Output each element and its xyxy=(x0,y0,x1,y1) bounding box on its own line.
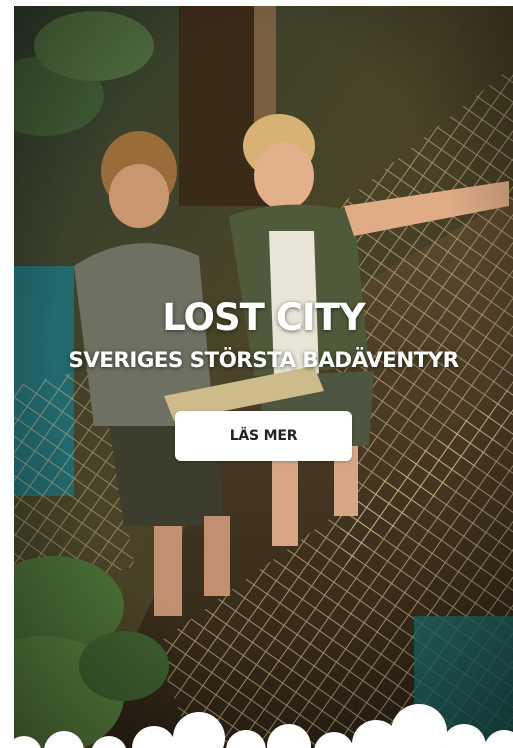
hero-banner: LOST CITY SVERIGES STÖRSTA BADÄVENTYR LÄ… xyxy=(14,6,513,748)
hero-photo xyxy=(14,6,513,748)
read-more-button[interactable]: LÄS MER xyxy=(175,411,352,461)
hero-title: LOST CITY xyxy=(162,296,365,339)
hero-subtitle: SVERIGES STÖRSTA BADÄVENTYR xyxy=(68,348,459,373)
